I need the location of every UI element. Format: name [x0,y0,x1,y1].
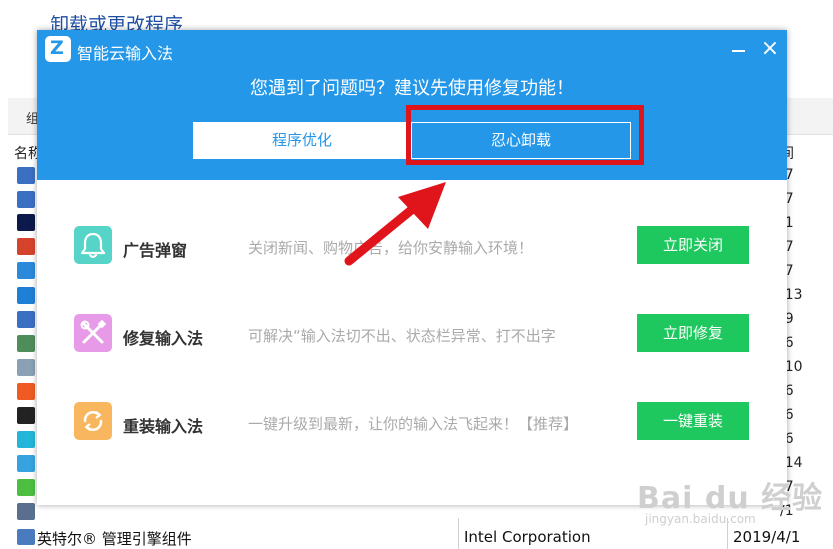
watermark: Bai du 经验 jingyan.baidu.com [637,465,827,540]
watermark-logo: Bai du 经验 [637,481,824,516]
watermark-url: jingyan.baidu.com [645,512,756,526]
